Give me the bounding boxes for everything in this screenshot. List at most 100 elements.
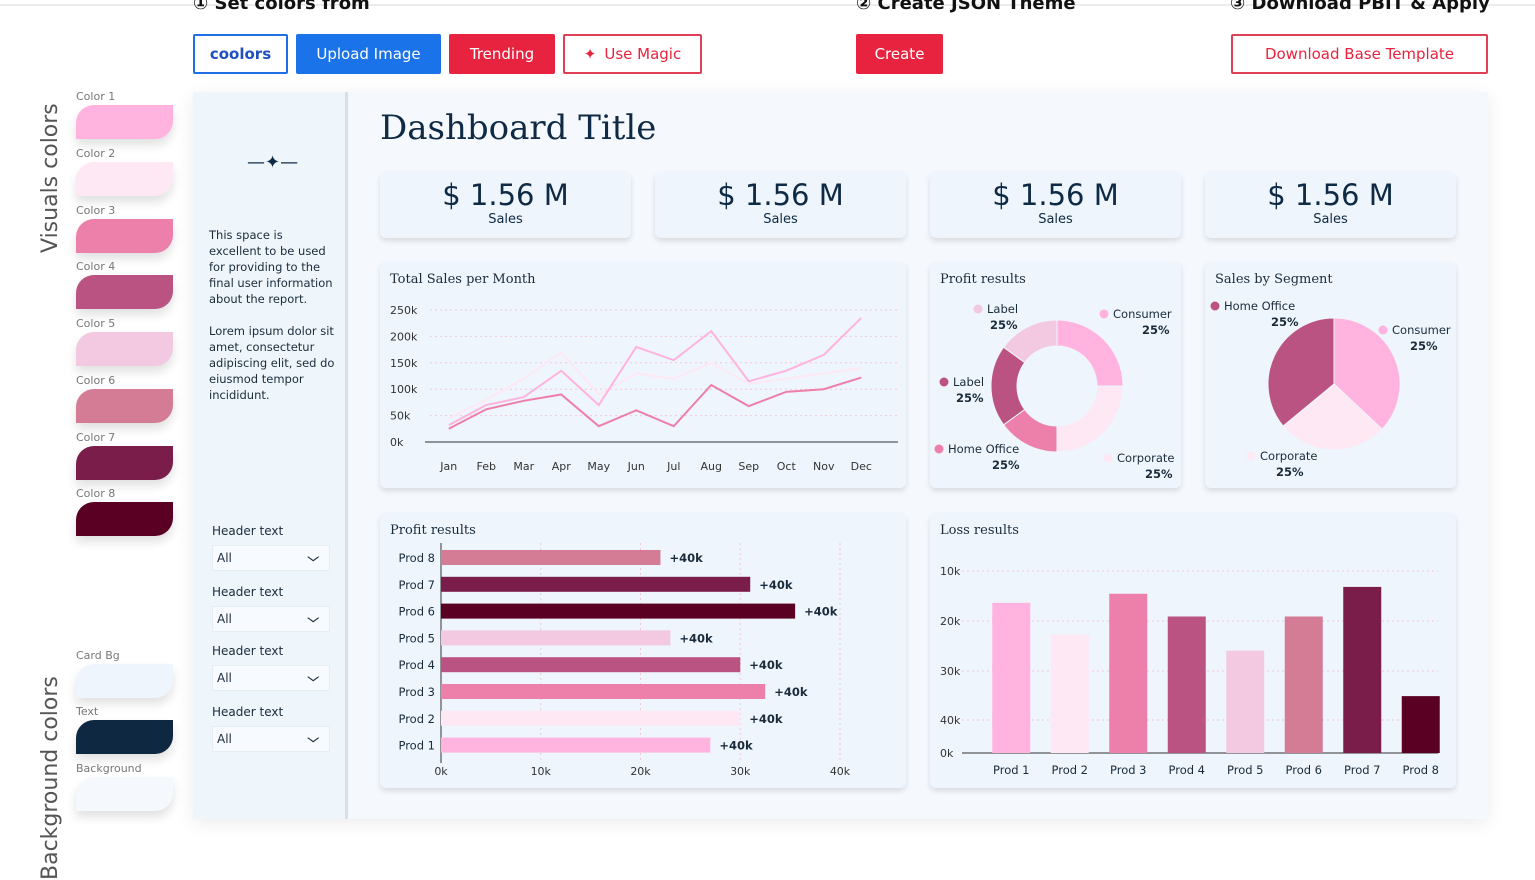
x-tick-label: 40k [830, 765, 851, 778]
hbar-chart: 0k 10k 20k 30k 40k Prod 8 +40k Prod 7 +40k Prod 6… [398, 543, 851, 778]
y-tick-label: Prod 7 [398, 578, 435, 592]
x-tick-label: Jul [666, 460, 680, 473]
kpi-label: Sales [488, 212, 523, 227]
chevron-down-icon: ⌵ [306, 732, 319, 745]
data-label: +40k [679, 631, 713, 645]
filter-dropdown[interactable]: All ⌵ [212, 545, 330, 571]
report-preview: —✦— This space is excellent to be used f… [193, 92, 1488, 819]
kpi-value: $ 1.56 M [1267, 178, 1394, 212]
legend-dot [1099, 309, 1109, 319]
step1-title: ① Set colors from [193, 0, 370, 14]
kpi-card: $ 1.56 M Sales [655, 172, 906, 238]
bg-color-2-swatch[interactable] [76, 720, 173, 754]
y-tick-label: Prod 4 [398, 658, 435, 672]
bar [1284, 616, 1323, 753]
bar [441, 657, 741, 673]
coolors-button[interactable]: coolors [193, 34, 288, 74]
swatch-label: Color 3 [76, 204, 116, 217]
filter-dropdown[interactable]: All ⌵ [212, 665, 330, 691]
filter-value: All [217, 551, 232, 565]
color-7-swatch[interactable] [76, 446, 173, 480]
x-tick-label: Prod 5 [1227, 763, 1264, 777]
color-4-swatch[interactable] [76, 275, 173, 309]
x-tick-label: Prod 1 [993, 763, 1030, 777]
kpi-label: Sales [1313, 212, 1348, 227]
y-tick-label: 30k [940, 665, 961, 678]
filter-value: All [217, 671, 232, 685]
slice-value: 25% [1145, 467, 1173, 481]
line-series [448, 317, 862, 426]
upload-image-button[interactable]: Upload Image [296, 34, 441, 74]
y-tick-label: 50k [390, 410, 411, 423]
filter-label: Header text [212, 644, 284, 658]
info-paragraph: This space is excellent to be used for p… [209, 228, 333, 306]
bar [441, 737, 711, 753]
dashboard-title: Dashboard Title [380, 108, 657, 148]
y-tick-label: Prod 6 [398, 605, 435, 619]
y-tick-label: 100k [390, 383, 418, 396]
color-3-swatch[interactable] [76, 219, 173, 253]
filter-dropdown[interactable]: All ⌵ [212, 726, 330, 752]
legend-dot [973, 304, 983, 314]
x-tick-label: 30k [730, 765, 751, 778]
create-button[interactable]: Create [856, 34, 943, 74]
color-2-swatch[interactable] [76, 162, 173, 196]
x-tick-label: Nov [813, 460, 835, 473]
kpi-card: $ 1.56 M Sales [1205, 172, 1456, 238]
use-magic-button[interactable]: ✦ Use Magic [563, 34, 702, 74]
y-tick-label: Prod 1 [398, 739, 435, 753]
sales-per-month-card: Total Sales per Month 250k 200k 150k 100k 50… [380, 262, 906, 488]
y-tick-label: 150k [390, 357, 418, 370]
color-6-swatch[interactable] [76, 389, 173, 423]
kpi-card: $ 1.56 M Sales [930, 172, 1181, 238]
x-tick-label: May [587, 460, 610, 473]
slice-name: Label [953, 375, 984, 389]
slice-name: Corporate [1117, 451, 1175, 465]
swatch-label: Color 5 [76, 317, 116, 330]
profit-results-donut-card: Profit results Label 25% Consumer 25% Label 2… [930, 262, 1181, 488]
filter-value: All [217, 612, 232, 626]
y-tick-label: 200k [390, 330, 418, 343]
bar [992, 602, 1031, 753]
bar [441, 550, 661, 565]
line-chart-title: Total Sales per Month [390, 272, 536, 287]
slice-value: 25% [1271, 315, 1299, 329]
download-template-button[interactable]: Download Base Template [1231, 34, 1488, 74]
data-label: +40k [804, 605, 838, 619]
data-label: +40k [749, 658, 783, 672]
bg-color-3-swatch[interactable] [76, 777, 173, 811]
slice-value: 25% [1142, 323, 1170, 337]
swatch-label: Card Bg [76, 649, 120, 662]
trending-button[interactable]: Trending [449, 34, 555, 74]
y-tick-label: 40k [940, 714, 961, 727]
bar [1109, 593, 1148, 753]
x-tick-label: Jun [627, 460, 645, 473]
swatch-label: Color 4 [76, 260, 116, 273]
x-tick-label: Apr [552, 460, 572, 473]
background-colors-title: Background colors [38, 676, 63, 880]
filter-dropdown[interactable]: All ⌵ [212, 606, 330, 632]
pie-slice [1056, 385, 1124, 453]
donut-title: Profit results [940, 272, 1026, 287]
x-tick-label: Prod 4 [1168, 763, 1205, 777]
x-tick-label: Oct [777, 460, 797, 473]
color-8-swatch[interactable] [76, 502, 173, 536]
bar [441, 576, 751, 592]
x-tick-label: Prod 7 [1344, 763, 1381, 777]
swatch-label: Color 7 [76, 431, 116, 444]
slice-value: 25% [992, 458, 1020, 472]
bar [441, 684, 766, 699]
swatch-label: Color 2 [76, 147, 116, 160]
kpi-value: $ 1.56 M [717, 178, 844, 212]
bg-color-1-swatch[interactable] [76, 664, 173, 698]
y-tick-label: Prod 2 [398, 712, 435, 726]
color-5-swatch[interactable] [76, 332, 173, 366]
pie-chart: Home Office 25% Consumer 25% Corporate 25% [1210, 299, 1451, 479]
color-1-swatch[interactable] [76, 105, 173, 139]
y-tick-label: Prod 8 [398, 551, 435, 565]
pie-title: Sales by Segment [1215, 272, 1333, 287]
data-label: +40k [669, 551, 703, 565]
x-tick-label: Feb [477, 460, 496, 473]
swatch-label: Color 1 [76, 90, 116, 103]
x-tick-label: Prod 6 [1285, 763, 1322, 777]
